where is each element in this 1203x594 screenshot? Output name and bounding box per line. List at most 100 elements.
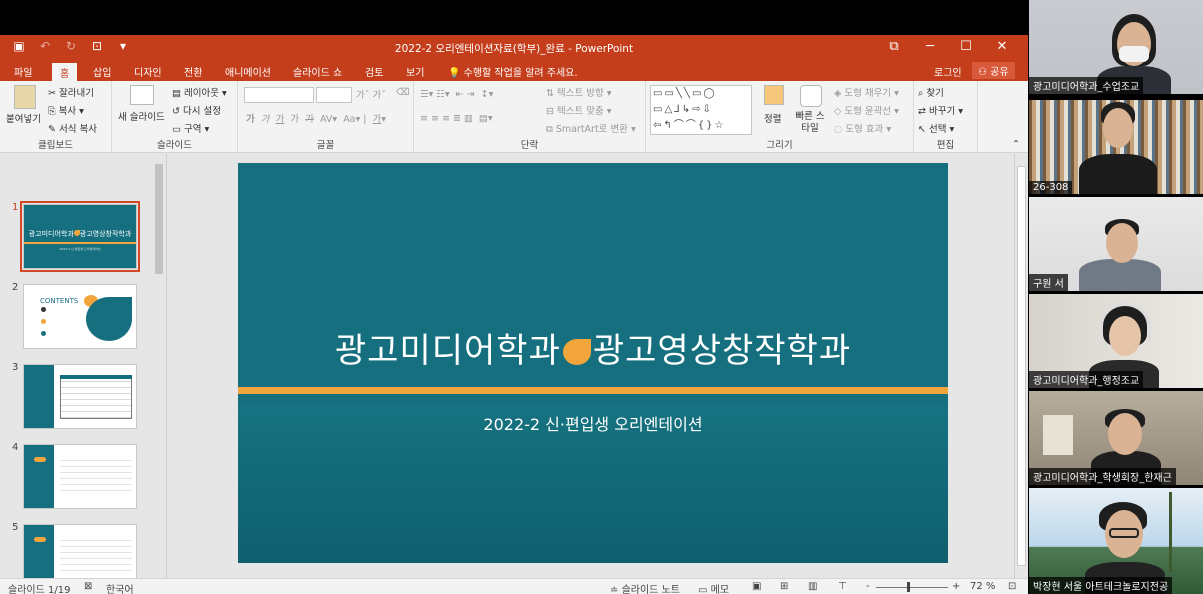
format-painter-button[interactable]: ✎ 서식 복사 [48,121,97,135]
collapse-ribbon-icon[interactable]: ⌃ [1012,139,1020,150]
text-direction-button[interactable]: ⇅ 텍스트 방향 ▾ [546,85,612,99]
select-button[interactable]: ↖ 선택 ▾ [918,121,954,135]
participant-tile[interactable]: 광고미디어학과_수업조교 [1029,0,1203,94]
find-button[interactable]: ⌕ 찾기 [918,85,944,99]
tab-file[interactable]: 파일 [14,64,32,79]
tab-design[interactable]: 디자인 [134,64,162,79]
window-title: 2022-2 오리엔테이션자료(학부)_완료 - PowerPoint [394,43,634,55]
quick-style-icon[interactable] [800,85,822,107]
zoom-slider[interactable] [876,587,948,588]
tab-view[interactable]: 보기 [406,64,424,79]
slide-scrollbar[interactable] [1014,154,1028,578]
zoom-level[interactable]: 72 % [970,581,995,592]
arrange-button[interactable]: 정렬 [764,111,781,125]
copy-button[interactable]: ⎘ 복사 ▾ [48,103,84,117]
spacing-icon[interactable]: AV [320,114,332,125]
normal-view-icon[interactable]: ▣ [752,581,761,592]
close-button[interactable]: ✕ [984,37,1020,57]
participant-tile[interactable]: 26-308 [1029,100,1203,194]
case-icon[interactable]: Aa [343,114,355,125]
thumbnail-scrollbar[interactable] [154,154,164,578]
shapes-gallery[interactable]: ▭▭╲╲▭◯ ▭△⅃↳⇨⇩ ⇦↰⌒⌒{}☆ [650,85,752,135]
grow-font-icon[interactable]: 가ˆ 가ˇ [356,87,386,101]
participant-tile[interactable]: 광고미디어학과_학생회장_한재근 [1029,391,1203,485]
thumb-shape [86,297,132,341]
scroll-thumb[interactable] [1017,166,1026,566]
replace-button[interactable]: ⇄ 바꾸기 ▾ [918,103,963,117]
strike-icon[interactable]: 가 [305,114,314,125]
new-slide-icon[interactable] [130,85,154,105]
language-indicator[interactable]: 한국어 [106,581,134,594]
tab-review[interactable]: 검토 [365,64,383,79]
list-icons[interactable]: ☰▾ ☷▾ ⇤ ⇥ ↕▾ [420,89,493,100]
participant-tile[interactable]: 구원 서 [1029,197,1203,291]
maximize-button[interactable]: ☐ [948,37,984,57]
slideshow-view-icon[interactable]: ⊤ [838,581,847,592]
zoom-out-button[interactable]: - [866,581,870,592]
layout-button[interactable]: ▤ 레이아웃 ▾ [172,85,227,99]
italic-icon[interactable]: 가 [261,114,270,125]
section-button[interactable]: ▭ 구역 ▾ [172,121,209,135]
login-link[interactable]: 로그인 [934,64,962,79]
shape-fill-button[interactable]: ◈ 도형 채우기 ▾ [834,85,899,99]
comments-button[interactable]: ▭ 메모 [698,581,729,594]
fit-slide-icon[interactable]: ⊡ [1008,581,1016,592]
thumb-dot [41,307,46,312]
shape-outline-button[interactable]: ◇ 도형 윤곽선 ▾ [834,103,899,117]
spellcheck-icon[interactable]: ⊠ [84,581,92,592]
font-size-combo[interactable] [316,87,352,103]
zoom-slider-thumb[interactable] [907,582,910,592]
font-color-icon[interactable]: 가 [373,114,382,125]
shadow-icon[interactable]: 가 [290,114,299,125]
notes-button[interactable]: ≐ 슬라이드 노트 [610,581,680,594]
clear-format-icon[interactable]: ⌫ [396,87,409,98]
thumb-text [60,455,132,495]
paste-icon[interactable] [14,85,36,109]
tab-home[interactable]: 홈 [52,63,78,81]
font-name-combo[interactable] [244,87,314,103]
participant-tile[interactable]: 광고미디어학과_행정조교 [1029,294,1203,388]
arrange-icon[interactable] [764,85,784,105]
tab-animations[interactable]: 애니메이션 [225,64,271,79]
reset-button[interactable]: ↺ 다시 설정 [172,103,221,117]
thumb-number: 5 [12,522,19,533]
reading-view-icon[interactable]: ▥ [808,581,817,592]
tell-me-search[interactable]: 💡 수행할 작업을 알려 주세요. [448,64,578,79]
font-format-buttons[interactable]: 가 가 가 가 가 AV▾ Aa▾ | 가▾ [246,111,386,125]
thumb-text [60,535,132,575]
zoom-in-button[interactable]: + [952,581,960,592]
slide-thumbnail-1[interactable]: 광고미디어학과 광고영상창작학과 2022-2 신·편입생 오리엔테이션 [20,201,140,272]
slide-sorter-icon[interactable]: ⊞ [780,581,788,592]
smartart-button[interactable]: ⧉ SmartArt로 변환 ▾ [546,121,636,135]
tab-slideshow[interactable]: 슬라이드 쇼 [293,64,342,79]
slide-thumbnail-2[interactable]: CONTENTS [23,284,137,349]
tab-insert[interactable]: 삽입 [93,64,111,79]
group-label-drawing: 그리기 [766,140,793,151]
slide-thumbnail-3[interactable] [23,364,137,429]
current-slide[interactable]: 광고미디어학과 광고영상창작학과 2022-2 신·편입생 오리엔테이션 [238,163,948,563]
underline-icon[interactable]: 가 [276,114,285,125]
window-controls: ⧉ ─ ☐ ✕ [876,37,1020,57]
align-icons[interactable]: ≡ ≡ ≡ ≣ ▥ ▤▾ [420,113,493,124]
window-frame [1043,415,1073,455]
participant-tile[interactable]: 박장현 서울 아트테크놀로지전공 [1029,488,1203,594]
slide-thumbnail-4[interactable] [23,444,137,509]
slide-title[interactable]: 광고미디어학과 광고영상창작학과 [238,323,948,372]
group-label-font: 글꼴 [316,140,335,151]
shape-effects-button[interactable]: ◌ 도형 효과 ▾ [834,121,891,135]
bold-icon[interactable]: 가 [246,114,255,125]
clipboard-group: 붙여넣기 ✂ 잘라내기 ⎘ 복사 ▾ ✎ 서식 복사 클립보드 [0,81,112,153]
thumb-blob [34,457,46,462]
scroll-thumb[interactable] [155,164,163,274]
new-slide-button[interactable]: 새 슬라이드 [118,109,165,123]
ribbon-display-icon[interactable]: ⧉ [876,37,912,57]
group-label-clipboard: 클립보드 [38,140,73,151]
minimize-button[interactable]: ─ [912,37,948,57]
cut-button[interactable]: ✂ 잘라내기 [48,85,94,99]
paste-button[interactable]: 붙여넣기 [6,111,41,125]
slide-subtitle[interactable]: 2022-2 신·편입생 오리엔테이션 [238,411,948,435]
share-button[interactable]: ⚇ 공유 [972,62,1015,79]
tab-transitions[interactable]: 전환 [184,64,202,79]
text-align-button[interactable]: ⊟ 텍스트 맞춤 ▾ [546,103,612,117]
quick-style-button[interactable]: 빠른 스타일 [792,111,828,135]
